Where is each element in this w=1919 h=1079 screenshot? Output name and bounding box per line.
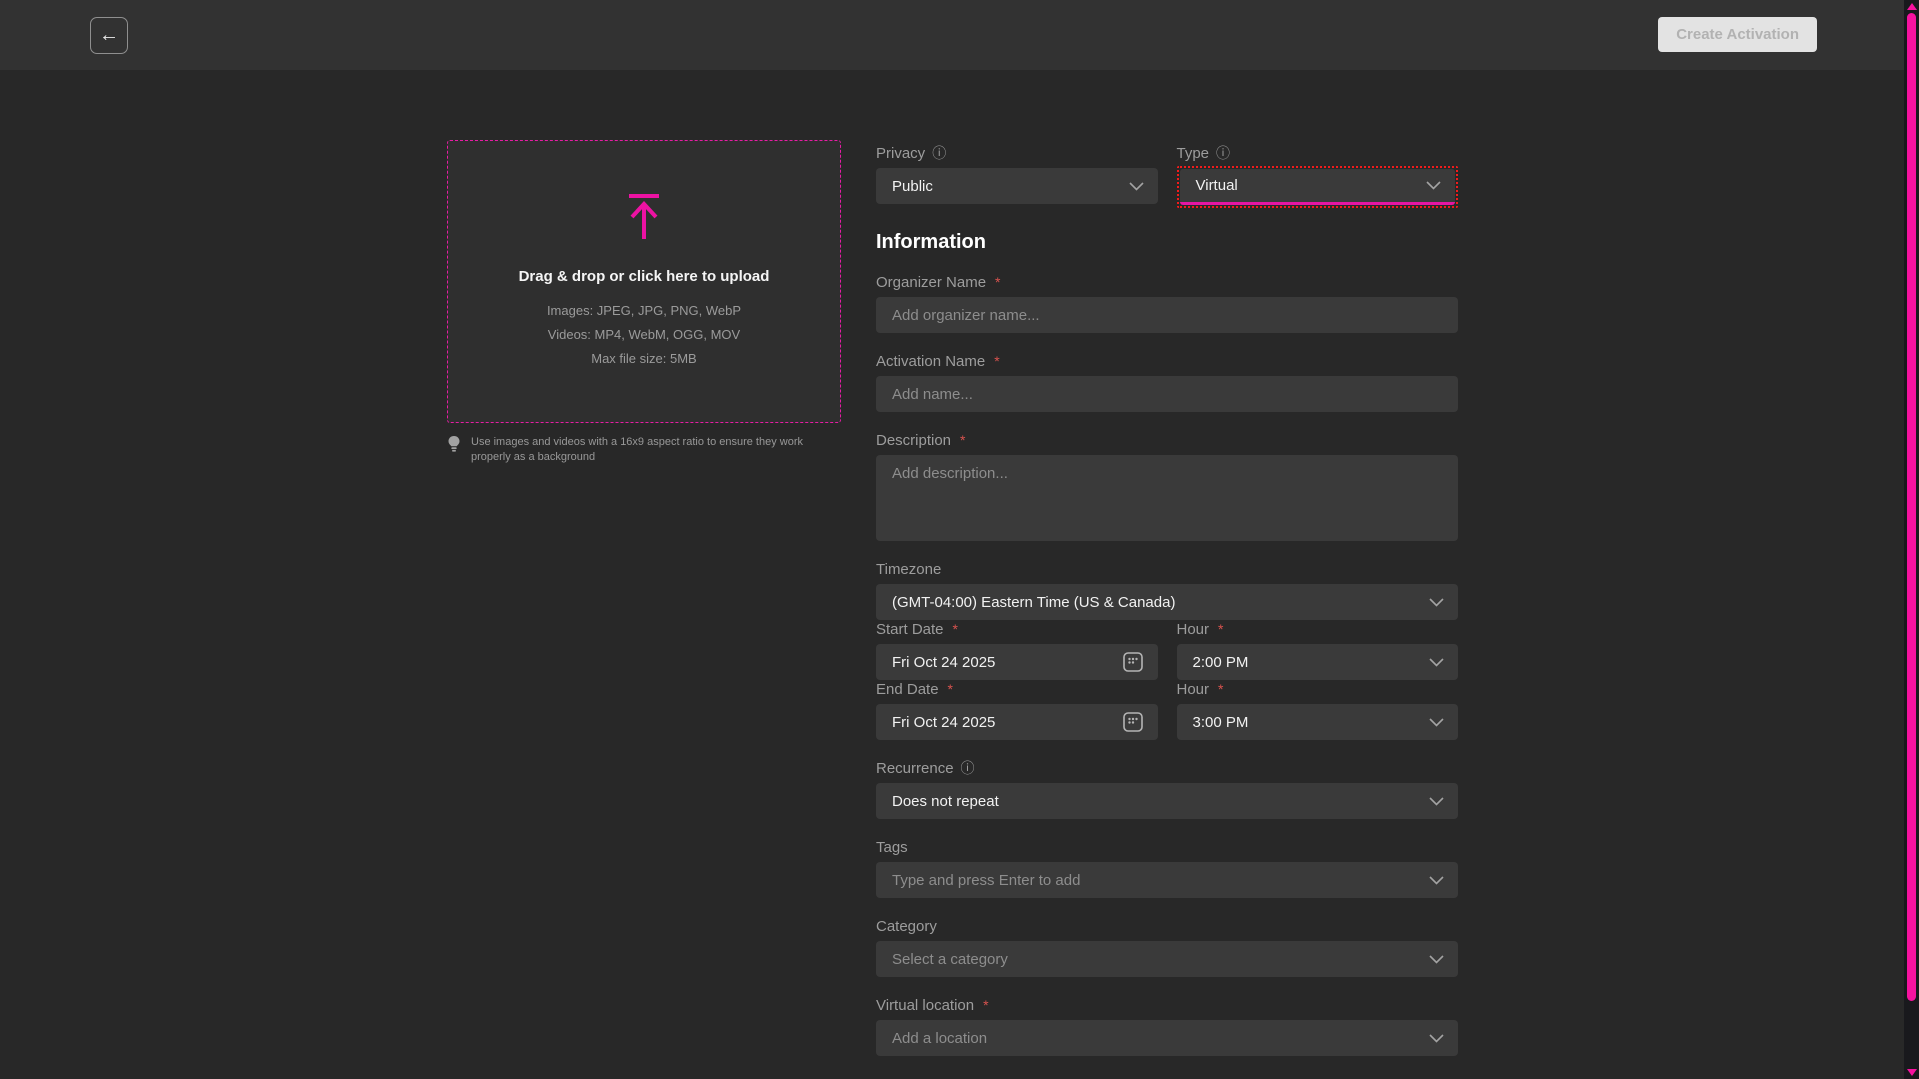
end-date-picker[interactable]: Fri Oct 24 2025 [876,704,1158,740]
required-asterisk: * [948,681,953,697]
activation-form: Privacy ⓘ Public Type ⓘ Virtual [876,144,1458,1056]
end-date-label: End Date * [876,680,1158,698]
end-date-value: Fri Oct 24 2025 [892,714,1114,731]
media-upload-dropzone[interactable]: Drag & drop or click here to upload Imag… [447,140,841,423]
upload-icon [627,193,661,246]
privacy-select[interactable]: Public [876,168,1158,204]
timezone-select[interactable]: (GMT-04:00) Eastern Time (US & Canada) [876,584,1458,620]
create-activation-button[interactable]: Create Activation [1658,17,1817,52]
end-hour-value: 3:00 PM [1193,714,1422,731]
chevron-down-icon [1429,797,1444,806]
required-asterisk: * [994,353,999,369]
tags-label: Tags [876,838,1458,856]
calendar-icon[interactable] [1122,711,1144,733]
category-select[interactable]: Select a category [876,941,1458,977]
virtual-location-placeholder: Add a location [892,1030,1421,1047]
aspect-ratio-tip-text: Use images and videos with a 16x9 aspect… [471,435,816,465]
privacy-field-group: Privacy ⓘ Public [876,144,1158,208]
type-label: Type ⓘ [1177,144,1459,162]
type-select[interactable]: Virtual [1180,169,1456,205]
end-hour-label: Hour * [1177,680,1459,698]
end-hour-field-group: Hour * 3:00 PM [1177,680,1459,740]
info-icon[interactable]: ⓘ [961,761,975,775]
recurrence-value: Does not repeat [892,793,1421,810]
category-label: Category [876,917,1458,935]
required-asterisk: * [995,274,1000,290]
calendar-icon[interactable] [1122,651,1144,673]
start-date-field-group: Start Date * Fri Oct 24 2025 [876,620,1158,680]
lightbulb-icon [447,435,461,459]
type-value: Virtual [1196,177,1419,194]
activation-name-label: Activation Name * [876,352,1458,370]
back-arrow-icon: ← [99,18,119,53]
timezone-value: (GMT-04:00) Eastern Time (US & Canada) [892,594,1421,611]
required-asterisk: * [960,432,965,448]
start-hour-field-group: Hour * 2:00 PM [1177,620,1459,680]
activation-name-input[interactable] [876,376,1458,412]
privacy-value: Public [892,178,1121,195]
chevron-down-icon [1426,181,1441,190]
chevron-down-icon [1429,598,1444,607]
chevron-down-icon [1429,1034,1444,1043]
organizer-name-input[interactable] [876,297,1458,333]
virtual-location-label: Virtual location * [876,996,1458,1014]
dropzone-videos-formats: Videos: MP4, WebM, OGG, MOV [548,323,740,347]
description-label: Description * [876,431,1458,449]
tags-input[interactable]: Type and press Enter to add [876,862,1458,898]
start-date-value: Fri Oct 24 2025 [892,654,1114,671]
description-textarea[interactable] [876,455,1458,541]
info-icon[interactable]: ⓘ [932,146,946,160]
start-hour-value: 2:00 PM [1193,654,1422,671]
type-select-focus-ring: Virtual [1177,166,1459,208]
required-asterisk: * [1218,621,1223,637]
required-asterisk: * [953,621,958,637]
scrollbar-down-arrow[interactable] [1907,1069,1917,1076]
end-hour-select[interactable]: 3:00 PM [1177,704,1459,740]
recurrence-select[interactable]: Does not repeat [876,783,1458,819]
dropzone-images-formats: Images: JPEG, JPG, PNG, WebP [547,299,741,323]
scrollbar-thumb[interactable] [1907,13,1916,1001]
end-date-field-group: End Date * Fri Oct 24 2025 [876,680,1158,740]
topbar: ← Create Activation [0,0,1919,70]
chevron-down-icon [1129,182,1144,191]
required-asterisk: * [983,997,988,1013]
start-date-picker[interactable]: Fri Oct 24 2025 [876,644,1158,680]
back-button[interactable]: ← [90,17,128,54]
recurrence-label: Recurrence ⓘ [876,759,1458,777]
virtual-location-select[interactable]: Add a location [876,1020,1458,1056]
dropzone-max-size: Max file size: 5MB [591,347,696,371]
chevron-down-icon [1429,876,1444,885]
chevron-down-icon [1429,955,1444,964]
start-hour-label: Hour * [1177,620,1459,638]
timezone-label: Timezone [876,560,1458,578]
scrollbar-up-arrow[interactable] [1907,3,1917,10]
required-asterisk: * [1218,681,1223,697]
start-hour-select[interactable]: 2:00 PM [1177,644,1459,680]
aspect-ratio-tip: Use images and videos with a 16x9 aspect… [447,435,839,465]
start-date-label: Start Date * [876,620,1158,638]
vertical-scrollbar[interactable] [1904,0,1919,1079]
organizer-name-label: Organizer Name * [876,273,1458,291]
chevron-down-icon [1429,718,1444,727]
dropzone-title: Drag & drop or click here to upload [519,268,770,285]
chevron-down-icon [1429,658,1444,667]
type-field-group: Type ⓘ Virtual [1177,144,1459,208]
tags-placeholder: Type and press Enter to add [892,872,1421,889]
info-icon[interactable]: ⓘ [1216,146,1230,160]
category-placeholder: Select a category [892,951,1421,968]
privacy-label: Privacy ⓘ [876,144,1158,162]
information-section-title: Information [876,231,1458,254]
